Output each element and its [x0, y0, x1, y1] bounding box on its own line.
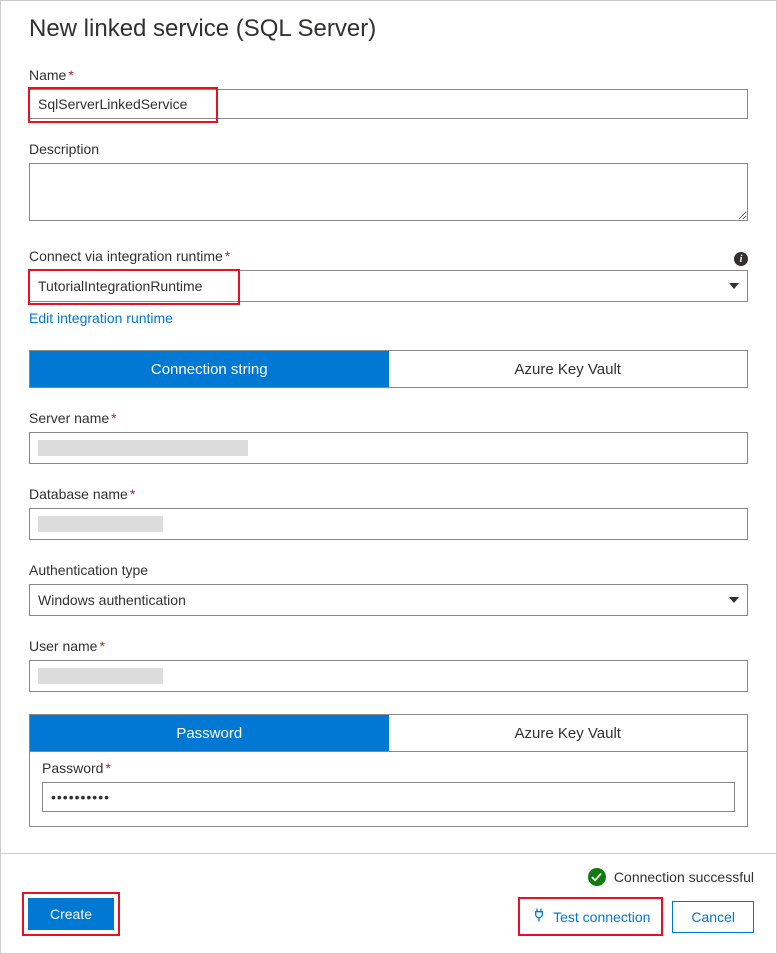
password-input[interactable]: [42, 782, 735, 812]
database-name-label: Database name*: [29, 486, 748, 502]
connection-status: Connection successful: [588, 868, 754, 886]
name-label: Name*: [29, 67, 748, 83]
test-connection-label: Test connection: [553, 909, 650, 925]
redacted-placeholder: [38, 668, 163, 684]
server-name-label: Server name*: [29, 410, 748, 426]
runtime-select[interactable]: TutorialIntegrationRuntime: [29, 270, 748, 302]
test-connection-button[interactable]: Test connection: [523, 901, 658, 932]
tab-password-akv[interactable]: Azure Key Vault: [389, 715, 748, 751]
auth-type-value: Windows authentication: [38, 592, 186, 608]
name-input[interactable]: [29, 89, 748, 119]
page-title: New linked service (SQL Server): [29, 15, 748, 43]
tab-password[interactable]: Password: [30, 715, 389, 751]
chevron-down-icon: [729, 283, 739, 289]
password-label: Password*: [42, 760, 735, 776]
description-label: Description: [29, 141, 748, 157]
plug-icon: [531, 907, 547, 926]
server-name-input[interactable]: [29, 432, 748, 464]
tab-azure-key-vault[interactable]: Azure Key Vault: [389, 351, 748, 387]
connect-via-label: Connect via integration runtime*: [29, 248, 230, 264]
success-check-icon: [588, 868, 606, 886]
create-button[interactable]: Create: [28, 898, 114, 930]
description-input[interactable]: [29, 163, 748, 221]
info-icon[interactable]: i: [734, 252, 748, 266]
auth-type-label: Authentication type: [29, 562, 748, 578]
auth-type-select[interactable]: Windows authentication: [29, 584, 748, 616]
user-name-input[interactable]: [29, 660, 748, 692]
redacted-placeholder: [38, 440, 248, 456]
tab-connection-string[interactable]: Connection string: [30, 351, 389, 387]
edit-runtime-link[interactable]: Edit integration runtime: [29, 310, 173, 326]
connection-tabset: Connection string Azure Key Vault: [29, 350, 748, 388]
database-name-input[interactable]: [29, 508, 748, 540]
chevron-down-icon: [729, 597, 739, 603]
status-text: Connection successful: [614, 869, 754, 885]
cancel-button[interactable]: Cancel: [672, 901, 754, 933]
redacted-placeholder: [38, 516, 163, 532]
user-name-label: User name*: [29, 638, 748, 654]
runtime-value: TutorialIntegrationRuntime: [38, 278, 202, 294]
password-tabset: Password Azure Key Vault: [29, 714, 748, 752]
